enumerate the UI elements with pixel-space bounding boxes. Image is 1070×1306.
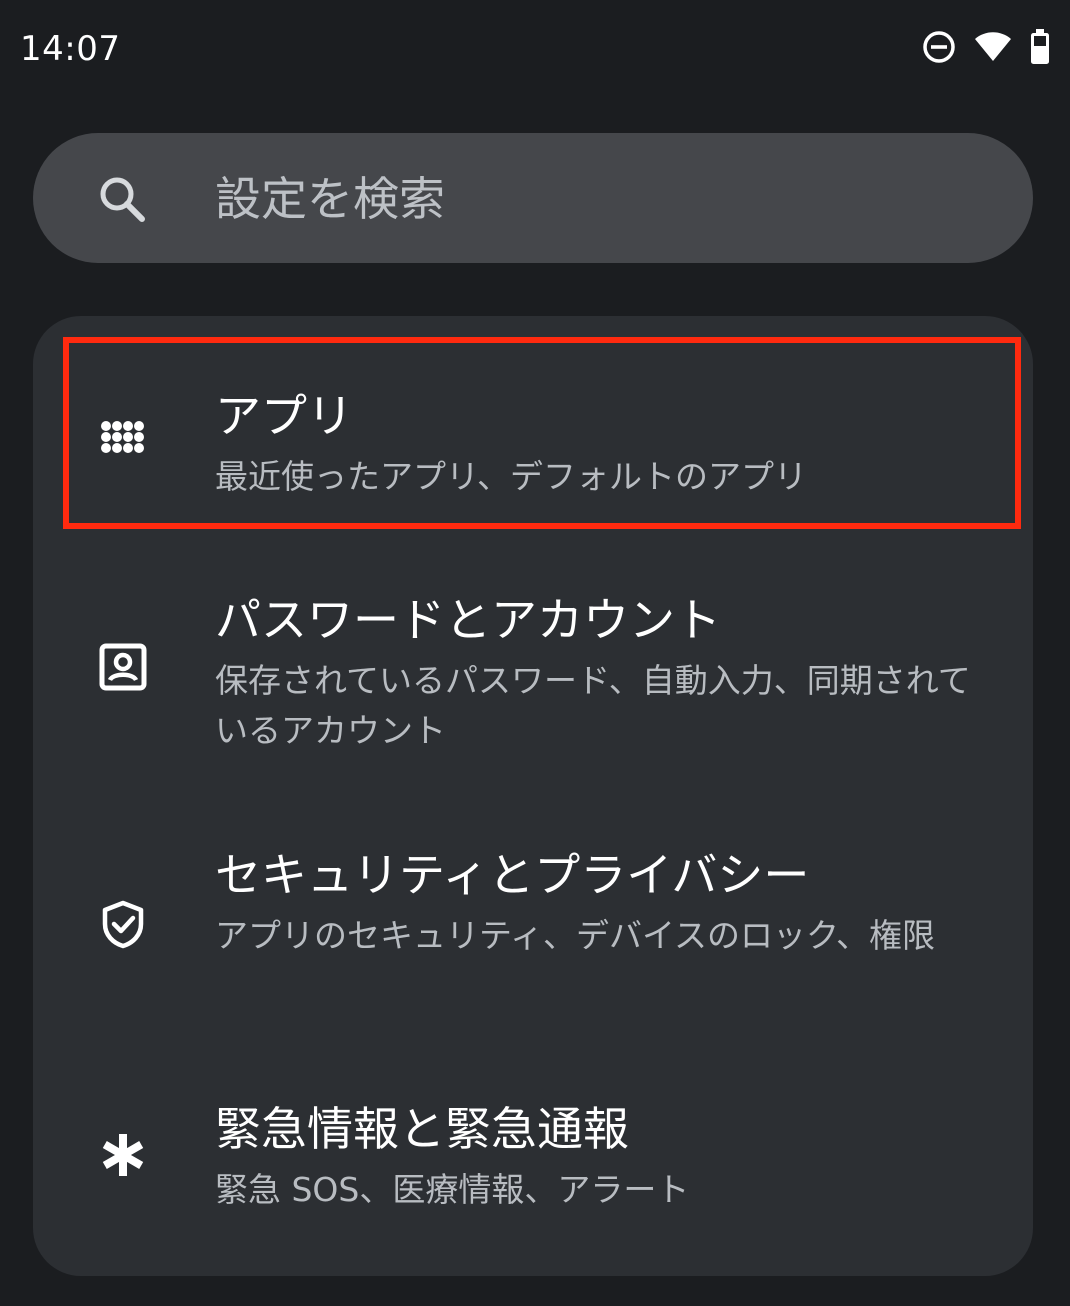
search-placeholder[interactable]: 設定を検索 (215, 170, 445, 228)
apps-grid-icon (98, 418, 148, 468)
status-bar: 14:07 (0, 0, 1070, 100)
settings-item-apps[interactable]: アプリ 最近使ったアプリ、デフォルトのアプリ (33, 340, 1033, 530)
do-not-disturb-icon (922, 30, 956, 68)
status-icons (922, 28, 1050, 70)
shield-check-icon (98, 899, 148, 949)
search-bar[interactable] (33, 133, 1033, 263)
settings-item-passwords-accounts[interactable]: パスワードとアカウント 保存されているパスワード、自動入力、同期されているアカウ… (33, 560, 1033, 790)
settings-item-emergency[interactable]: 緊急情報と緊急通報 緊急 SOS、医療情報、アラート (33, 1075, 1033, 1255)
item-summary: 保存されているパスワード、自動入力、同期されているアカウント (215, 661, 971, 750)
battery-icon (1030, 29, 1050, 69)
account-box-icon (98, 642, 148, 692)
item-title: 緊急情報と緊急通報 (215, 1102, 629, 1156)
search-icon[interactable] (97, 174, 147, 224)
status-time: 14:07 (20, 29, 121, 69)
item-summary: 最近使ったアプリ、デフォルトのアプリ (215, 457, 808, 496)
asterisk-icon (98, 1130, 148, 1180)
item-title: セキュリティとプライバシー (215, 848, 810, 902)
item-title: パスワードとアカウント (215, 593, 721, 647)
wifi-icon (974, 30, 1012, 68)
item-title: アプリ (215, 389, 353, 443)
item-summary: 緊急 SOS、医療情報、アラート (215, 1170, 690, 1209)
item-summary: アプリのセキュリティ、デバイスのロック、権限 (215, 916, 936, 955)
settings-item-security-privacy[interactable]: セキュリティとプライバシー アプリのセキュリティ、デバイスのロック、権限 (33, 815, 1033, 1045)
